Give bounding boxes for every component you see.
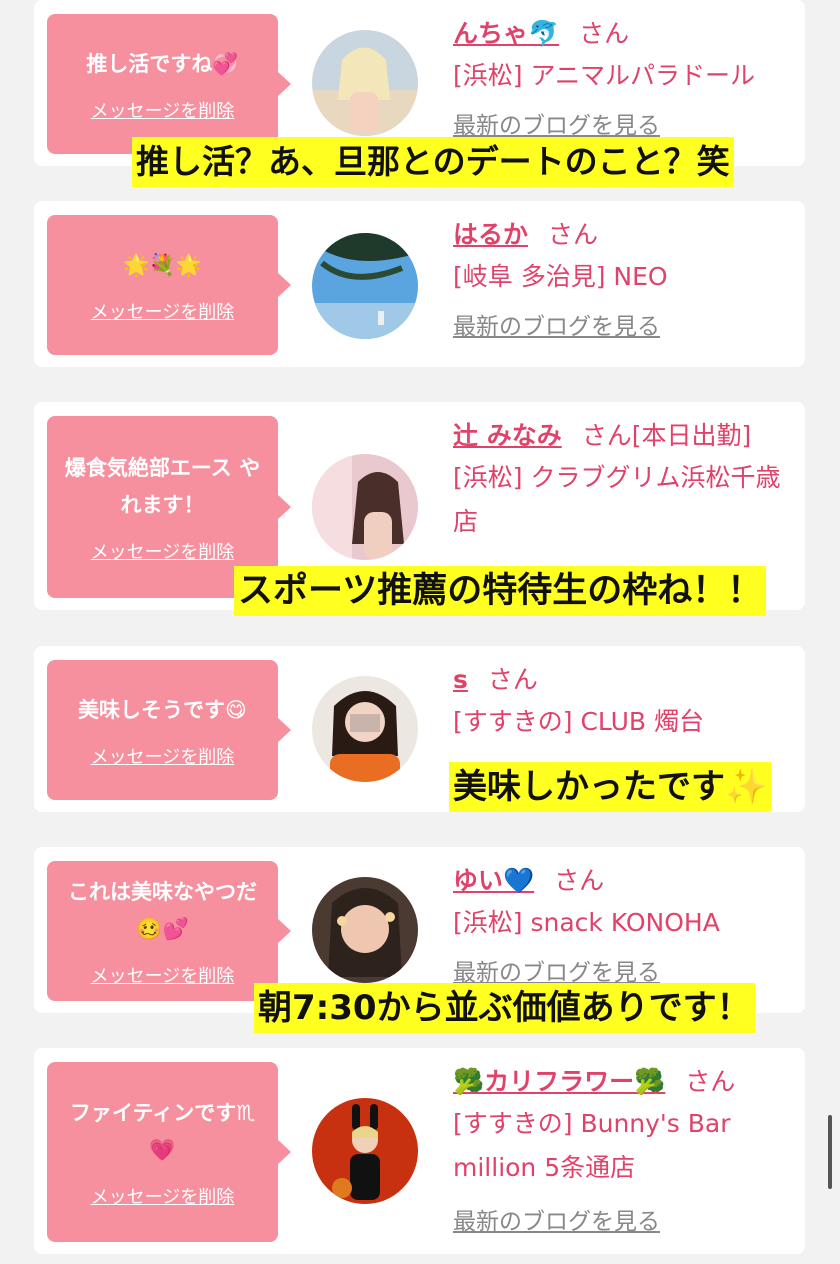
caption-overlay: スポーツ推薦の特待生の枠ね！！: [234, 566, 767, 616]
blog-link[interactable]: 最新のブログを見る: [453, 307, 798, 341]
shop-label: [浜松] snack KONOHA: [453, 908, 720, 937]
honorific-label: さん: [554, 866, 605, 895]
message-text: ファイティンです♏💗: [69, 1101, 256, 1162]
delete-message-link[interactable]: メッセージを削除: [91, 743, 235, 769]
message-bubble: 🌟💐🌟 メッセージを削除: [47, 215, 291, 355]
shop-label: [すすきの] Bunny's Bar million 5条通店: [453, 1109, 731, 1182]
caption-overlay: 朝7:30から並ぶ価値ありです！: [254, 983, 755, 1033]
blog-link[interactable]: 最新のブログを見る: [453, 953, 798, 987]
message-text: 🌟💐🌟: [123, 252, 202, 277]
profile-info: ゆい💙 さん [浜松] snack KONOHA 最新のブログを見る: [453, 861, 798, 987]
profile-name-link[interactable]: んちゃ🐬: [453, 19, 559, 48]
avatar[interactable]: [312, 454, 418, 560]
avatar[interactable]: [312, 30, 418, 136]
profile-name-link[interactable]: はるか: [453, 220, 528, 249]
blog-link[interactable]: 最新のブログを見る: [453, 1202, 798, 1236]
message-text: 推し活ですね💞: [86, 51, 239, 76]
blog-link[interactable]: 最新のブログを見る: [453, 106, 798, 140]
message-text: 美味しそうです😋: [78, 697, 247, 722]
profile-name-link[interactable]: 辻 みなみ: [453, 421, 562, 450]
shop-label: [浜松] クラブグリム浜松千歳店: [453, 463, 781, 536]
avatar-photo-beach: [312, 30, 418, 136]
profile-info: はるか さん [岐阜 多治見] NEO 最新のブログを見る: [453, 215, 798, 341]
shop-label: [すすきの] CLUB 燭台: [453, 707, 704, 736]
message-bubble: 推し活ですね💞 メッセージを削除: [47, 14, 291, 154]
message-bubble: 美味しそうです😋 メッセージを削除: [47, 660, 291, 800]
message-bubble: これは美味なやつだ🥴💕 メッセージを削除: [47, 861, 291, 1001]
honorific-label: さん: [487, 665, 538, 694]
avatar[interactable]: [312, 877, 418, 983]
message-bubble: ファイティンです♏💗 メッセージを削除: [47, 1062, 291, 1242]
message-card: 🌟💐🌟 メッセージを削除 はるか さん [岐阜 多治見] NEO 最新のブログを見…: [34, 201, 805, 367]
avatar-photo-sky: [312, 233, 418, 339]
delete-message-link[interactable]: メッセージを削除: [91, 97, 235, 123]
avatar[interactable]: [312, 233, 418, 339]
profile-name-link[interactable]: ゆい💙: [453, 866, 534, 895]
message-text: これは美味なやつだ🥴💕: [68, 880, 257, 941]
avatar-photo-bunny: [312, 1098, 418, 1204]
profile-info: 🥦カリフラワー🥦 さん [すすきの] Bunny's Bar million 5条…: [453, 1062, 798, 1236]
profile-name-link[interactable]: s: [453, 665, 468, 694]
delete-message-link[interactable]: メッセージを削除: [91, 962, 235, 988]
message-text: 爆食気絶部エース やれます！: [64, 456, 261, 517]
scrollbar-thumb[interactable]: [828, 1115, 832, 1189]
shop-label: [浜松] アニマルパラドール: [453, 61, 755, 90]
profile-info: んちゃ🐬 さん [浜松] アニマルパラドール 最新のブログを見る: [453, 14, 798, 140]
profile-info: 辻 みなみ さん[本日出勤] [浜松] クラブグリム浜松千歳店: [453, 416, 798, 544]
message-card: ファイティンです♏💗 メッセージを削除 🥦カリフラワー🥦 さん [すすきの] Bu…: [34, 1048, 805, 1254]
avatar[interactable]: [312, 1098, 418, 1204]
honorific-label: さん: [548, 220, 599, 249]
honorific-label: さん: [685, 1067, 736, 1096]
profile-info: s さん [すすきの] CLUB 燭台: [453, 660, 798, 744]
attendance-badge: [本日出勤]: [631, 421, 752, 450]
honorific-label: さん: [581, 421, 632, 450]
honorific-label: さん: [579, 19, 630, 48]
avatar-photo-filter: [312, 877, 418, 983]
delete-message-link[interactable]: メッセージを削除: [91, 538, 235, 564]
delete-message-link[interactable]: メッセージを削除: [91, 298, 235, 324]
avatar[interactable]: [312, 676, 418, 782]
shop-label: [岐阜 多治見] NEO: [453, 262, 668, 291]
delete-message-link[interactable]: メッセージを削除: [91, 1183, 235, 1209]
avatar-photo-blurred: [312, 676, 418, 782]
caption-overlay: 美味しかったです✨: [449, 762, 772, 812]
caption-overlay: 推し活？あ、旦那とのデートのこと？笑: [132, 137, 734, 187]
avatar-photo-summer: [312, 454, 418, 560]
profile-name-link[interactable]: 🥦カリフラワー🥦: [453, 1067, 665, 1096]
